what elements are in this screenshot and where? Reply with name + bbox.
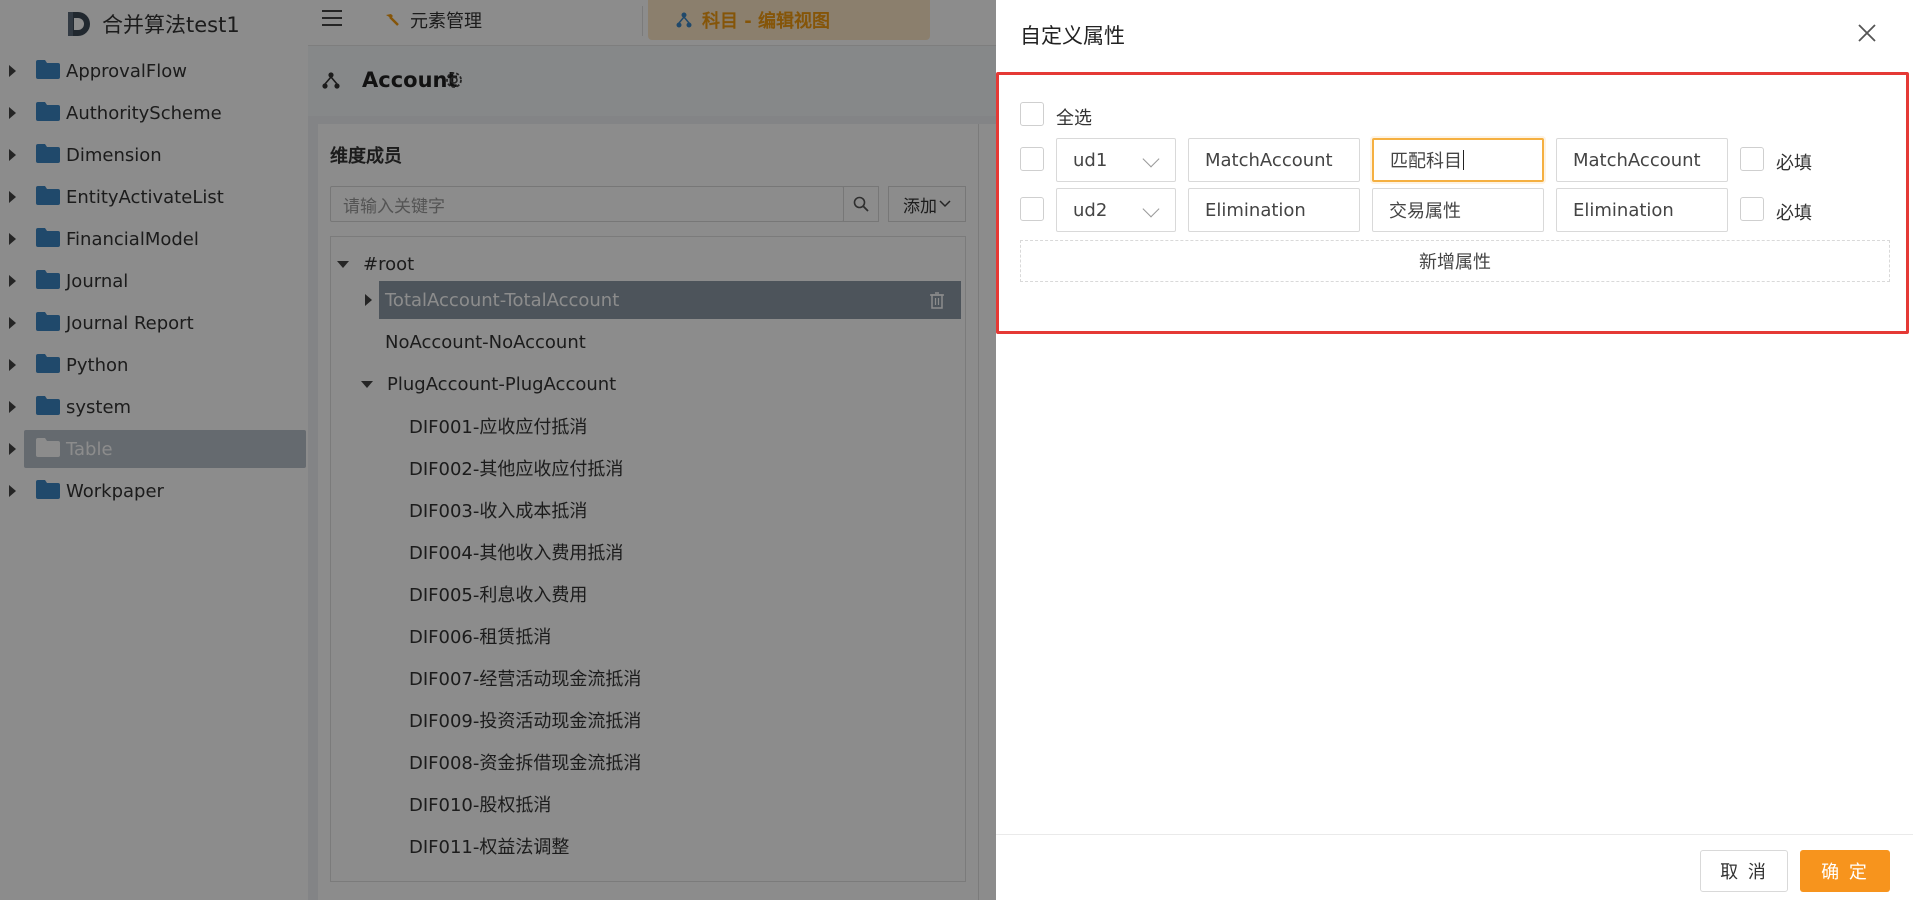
required-checkbox[interactable] [1740, 197, 1764, 221]
modal-overlay[interactable] [0, 0, 996, 900]
cancel-button[interactable]: 取 消 [1700, 850, 1788, 892]
attribute-label-input[interactable]: 交易属性 [1372, 188, 1544, 232]
required-checkbox[interactable] [1740, 147, 1764, 171]
attribute-type-select[interactable]: ud2 [1056, 188, 1176, 232]
close-icon[interactable] [1856, 22, 1878, 44]
custom-attributes-drawer: 自定义属性 全选 ud1 MatchAccount 匹配科目 MatchAcco… [996, 0, 1913, 900]
attribute-value-input[interactable]: Elimination [1556, 188, 1728, 232]
attribute-label-input[interactable]: 匹配科目 [1372, 138, 1544, 182]
select-all-label: 全选 [1056, 108, 1092, 129]
attribute-name-input[interactable]: Elimination [1188, 188, 1360, 232]
chevron-down-icon [1142, 200, 1160, 218]
text-cursor [1463, 150, 1464, 170]
drawer-title: 自定义属性 [1020, 24, 1125, 48]
drawer-footer-divider [996, 834, 1913, 835]
row-checkbox[interactable] [1020, 197, 1044, 221]
select-value: ud1 [1073, 149, 1108, 171]
chevron-down-icon [1142, 150, 1160, 168]
select-value: ud2 [1073, 199, 1108, 221]
attribute-value-input[interactable]: MatchAccount [1556, 138, 1728, 182]
add-attribute-button[interactable]: 新增属性 [1020, 240, 1890, 282]
attribute-type-select[interactable]: ud1 [1056, 138, 1176, 182]
confirm-button[interactable]: 确 定 [1800, 850, 1890, 892]
required-label: 必填 [1776, 203, 1812, 224]
row-checkbox[interactable] [1020, 147, 1044, 171]
attribute-name-input[interactable]: MatchAccount [1188, 138, 1360, 182]
required-label: 必填 [1776, 153, 1812, 174]
select-all-checkbox[interactable] [1020, 102, 1044, 126]
